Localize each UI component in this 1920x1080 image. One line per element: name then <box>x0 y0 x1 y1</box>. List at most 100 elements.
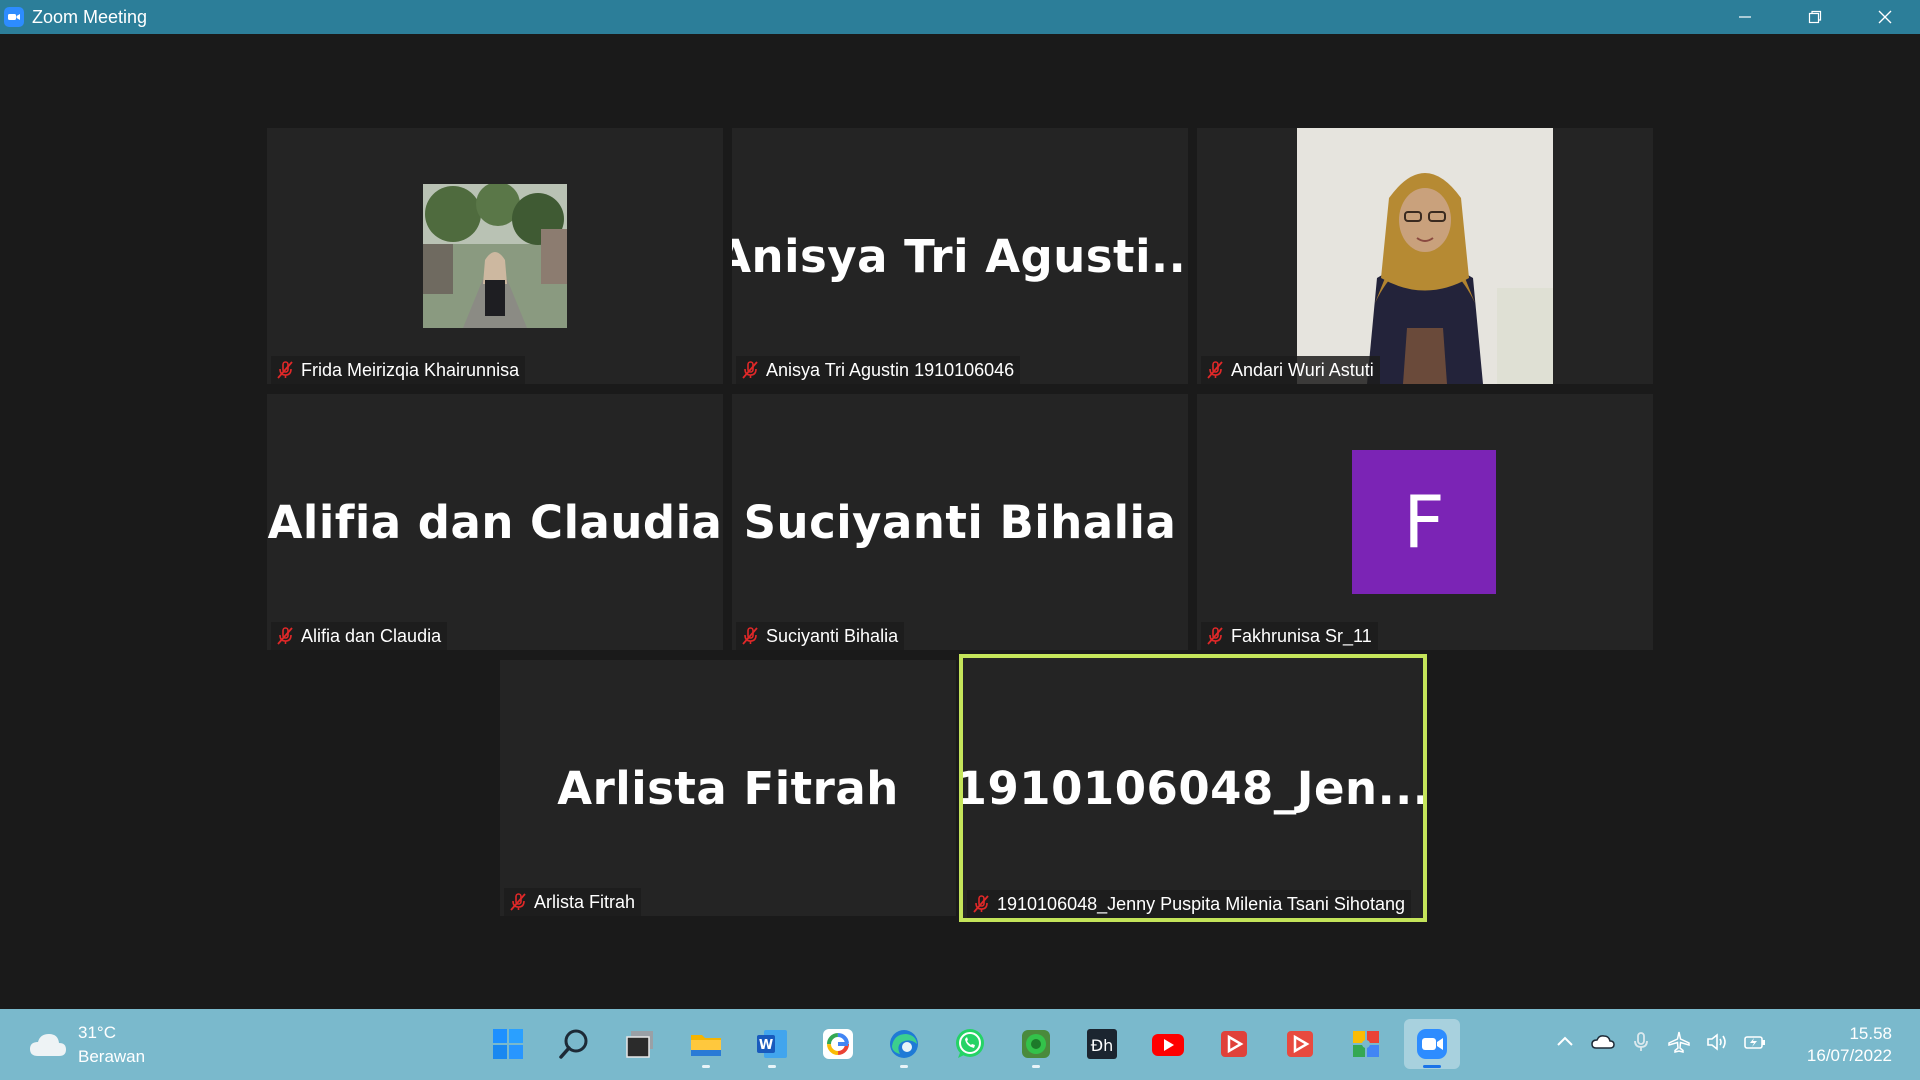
participant-tile[interactable]: Anisya Tri Agusti... Anisya Tri Agustin … <box>732 128 1188 384</box>
speaker-icon <box>1707 1033 1726 1051</box>
participant-name: Andari Wuri Astuti <box>1231 359 1374 380</box>
participant-photo <box>423 182 567 328</box>
zoom-logo-icon <box>4 7 24 27</box>
participant-tile[interactable]: Andari Wuri Astuti <box>1197 128 1653 384</box>
participant-name: Suciyanti Bihalia <box>766 625 899 646</box>
mic-muted-icon <box>510 893 526 911</box>
onedrive-cloud-icon <box>1591 1035 1615 1049</box>
video-app-button[interactable] <box>1206 1019 1262 1069</box>
restore-icon <box>1808 10 1822 24</box>
microphone-button[interactable] <box>1626 1027 1656 1057</box>
running-indicator <box>768 1065 776 1068</box>
chrome-profile-button[interactable] <box>1008 1019 1064 1069</box>
volume-button[interactable] <box>1702 1027 1732 1057</box>
participant-tile[interactable]: Frida Meirizqia Khairunnisa <box>267 128 723 384</box>
running-indicator <box>1032 1065 1040 1068</box>
search-icon <box>559 1029 588 1059</box>
mic-muted-icon <box>277 627 293 645</box>
weather-widget[interactable]: 31°C Berawan <box>28 1021 145 1069</box>
participant-tile[interactable]: Alifia dan Claudia Alifia dan Claudia <box>267 394 723 650</box>
participant-name-tag: Frida Meirizqia Khairunnisa <box>271 356 526 384</box>
weather-temp: 31°C <box>78 1023 116 1042</box>
participant-name: Frida Meirizqia Khairunnisa <box>301 359 520 380</box>
participant-tile[interactable]: Suciyanti Bihalia Suciyanti Bihalia <box>732 394 1188 650</box>
participant-name: 1910106048_Jenny Puspita Milenia Tsani S… <box>997 893 1405 914</box>
running-indicator <box>900 1065 908 1068</box>
video-app-2-button[interactable] <box>1272 1019 1328 1069</box>
google-icon <box>823 1029 853 1059</box>
participant-display-name: Anisya Tri Agusti... <box>732 229 1188 283</box>
window-title: Zoom Meeting <box>32 6 148 27</box>
show-hidden-icons-button[interactable] <box>1550 1027 1580 1057</box>
title-bar: Zoom Meeting <box>0 0 1920 34</box>
windows-start-icon <box>493 1029 523 1059</box>
weather-condition: Berawan <box>78 1047 146 1066</box>
mic-muted-icon <box>1207 627 1223 645</box>
participant-display-name: Arlista Fitrah <box>557 761 899 815</box>
airplane-icon <box>1668 1031 1690 1053</box>
mic-muted-icon <box>1207 361 1223 379</box>
youtube-button[interactable] <box>1140 1019 1196 1069</box>
window-controls <box>1710 0 1920 34</box>
dh-app-icon: Đh <box>1087 1029 1117 1059</box>
edge-button[interactable] <box>876 1019 932 1069</box>
participant-name-tag: Suciyanti Bihalia <box>736 622 905 650</box>
puzzle-app-icon <box>1353 1031 1379 1057</box>
taskbar: 31°C Berawan W Đh 15.58 16/07/2022 <box>0 1009 1920 1080</box>
minimize-icon <box>1739 16 1751 18</box>
puzzle-app-button[interactable] <box>1338 1019 1394 1069</box>
clock-time: 15.58 <box>1849 1024 1892 1043</box>
battery-charging-icon <box>1744 1036 1765 1049</box>
chrome-green-icon <box>1022 1030 1050 1058</box>
dh-app-button[interactable]: Đh <box>1074 1019 1130 1069</box>
word-icon: W <box>757 1030 787 1058</box>
clock[interactable]: 15.58 16/07/2022 <box>1807 1023 1892 1067</box>
running-indicator-active <box>1423 1065 1441 1068</box>
word-button[interactable]: W <box>744 1019 800 1069</box>
close-icon <box>1878 10 1892 24</box>
participant-name: Alifia dan Claudia <box>301 625 442 646</box>
video-app-icon <box>1221 1031 1247 1057</box>
participant-name: Anisya Tri Agustin 1910106046 <box>766 359 1015 380</box>
onedrive-button[interactable] <box>1588 1027 1618 1057</box>
whatsapp-icon <box>956 1029 984 1058</box>
file-explorer-icon <box>691 1035 721 1056</box>
restore-button[interactable] <box>1780 0 1850 34</box>
airplane-mode-button[interactable] <box>1664 1027 1694 1057</box>
participant-name-tag: Fakhrunisa Sr_11 <box>1201 622 1378 650</box>
participant-display-name: Suciyanti Bihalia <box>743 495 1177 549</box>
participant-name-tag: Arlista Fitrah <box>504 888 642 916</box>
participant-name-tag: Andari Wuri Astuti <box>1201 356 1380 384</box>
participant-display-name: Alifia dan Claudia <box>267 495 723 549</box>
zoom-icon <box>1417 1029 1447 1059</box>
close-button[interactable] <box>1850 0 1920 34</box>
participant-name: Arlista Fitrah <box>534 891 636 912</box>
participant-tile[interactable]: F Fakhrunisa Sr_11 <box>1197 394 1653 650</box>
task-view-button[interactable] <box>612 1019 668 1069</box>
system-tray <box>1542 1027 1770 1057</box>
edge-icon <box>890 1030 918 1058</box>
search-button[interactable] <box>546 1019 602 1069</box>
windows-start-button[interactable] <box>480 1019 536 1069</box>
participant-name-tag: Anisya Tri Agustin 1910106046 <box>736 356 1021 384</box>
participant-video <box>1297 128 1553 384</box>
task-view-icon <box>626 1031 653 1058</box>
mic-muted-icon <box>277 361 293 379</box>
participant-name-tag: Alifia dan Claudia <box>271 622 448 650</box>
google-button[interactable] <box>810 1019 866 1069</box>
mic-muted-icon <box>973 895 989 913</box>
zoom-button[interactable] <box>1404 1019 1460 1069</box>
file-explorer-button[interactable] <box>678 1019 734 1069</box>
battery-button[interactable] <box>1740 1027 1770 1057</box>
youtube-icon <box>1152 1034 1184 1056</box>
avatar: F <box>1352 450 1496 594</box>
microphone-icon <box>1634 1032 1648 1051</box>
whatsapp-button[interactable] <box>942 1019 998 1069</box>
participant-name: Fakhrunisa Sr_11 <box>1231 625 1372 646</box>
svg-text:Đh: Đh <box>1091 1036 1114 1055</box>
participant-tile-active-speaker[interactable]: 1910106048_Jen... 1910106048_Jenny Puspi… <box>959 654 1427 922</box>
cloud-icon <box>30 1034 66 1056</box>
participant-tile[interactable]: Arlista Fitrah Arlista Fitrah <box>500 660 956 916</box>
minimize-button[interactable] <box>1710 0 1780 34</box>
clock-date: 16/07/2022 <box>1806 1046 1892 1065</box>
